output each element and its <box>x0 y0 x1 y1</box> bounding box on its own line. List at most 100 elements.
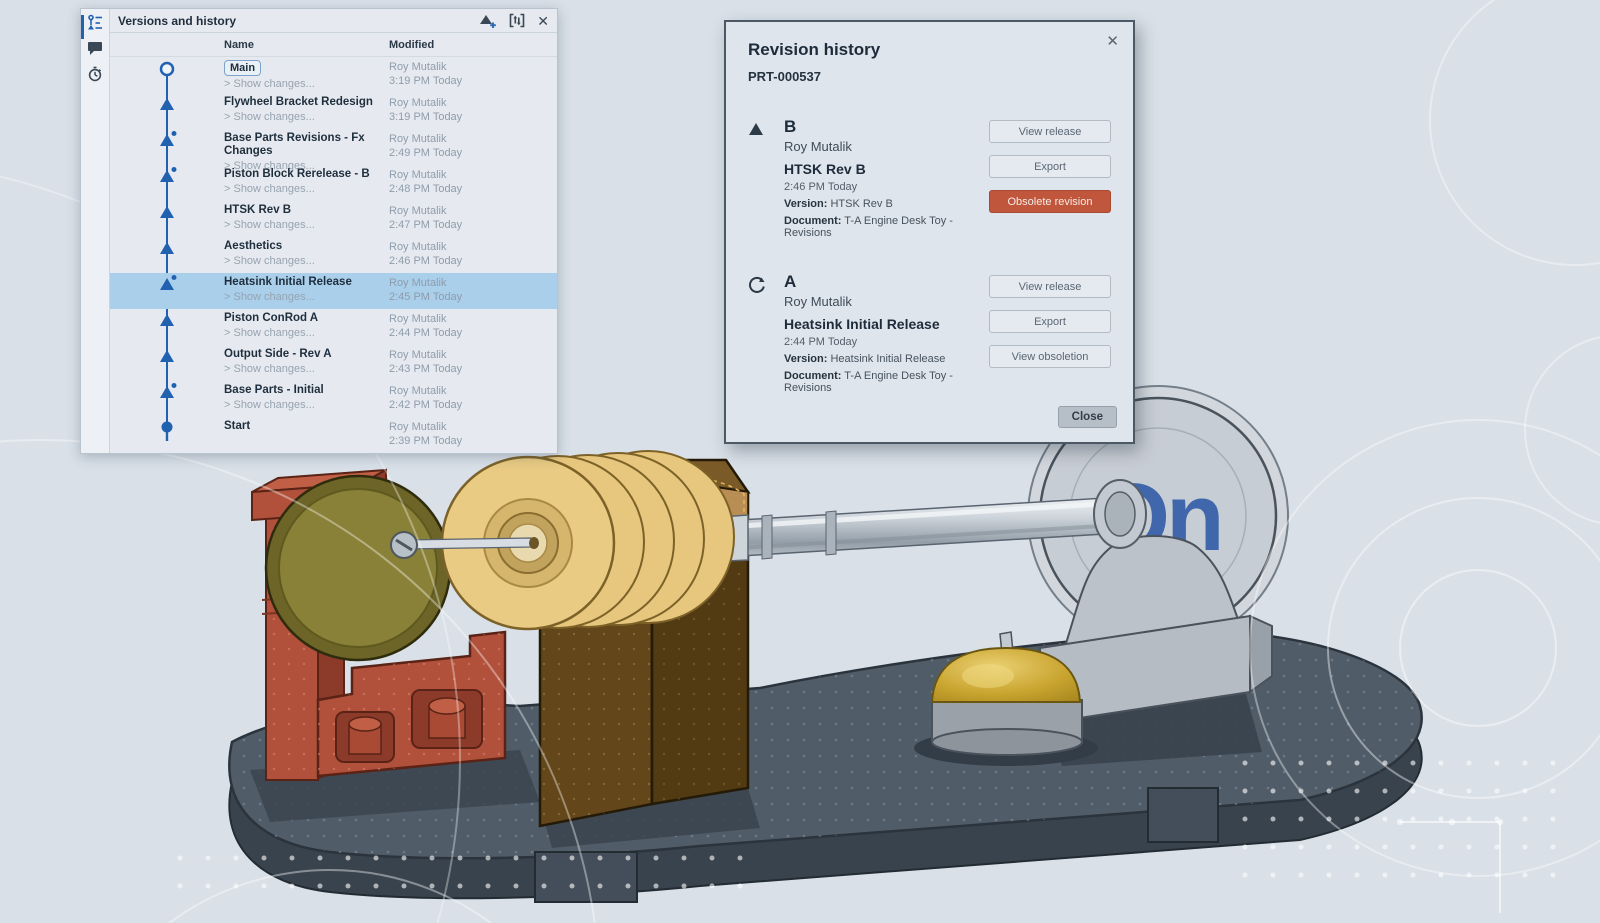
revision-author: Roy Mutalik <box>784 139 989 154</box>
version-name: HTSK Rev B <box>224 204 389 217</box>
revision-version-name: HTSK Rev B <box>784 161 989 177</box>
author: Roy Mutalik <box>389 240 557 254</box>
revision-list: B Roy Mutalik HTSK Rev B 2:46 PM Today V… <box>748 118 1111 394</box>
obsolete-circle-icon <box>748 276 766 294</box>
modified-time: 2:47 PM Today <box>389 218 557 232</box>
version-node-icon <box>157 237 177 273</box>
background-decor <box>1430 0 1600 525</box>
modified-time: 3:19 PM Today <box>389 74 557 88</box>
author: Roy Mutalik <box>389 168 557 182</box>
part-number: PRT-000537 <box>748 69 1111 84</box>
show-changes-link[interactable]: > Show changes... <box>224 78 389 91</box>
author: Roy Mutalik <box>389 204 557 218</box>
tree-cell <box>110 237 224 273</box>
version-name: Aesthetics <box>224 240 389 253</box>
compare-icon[interactable] <box>509 13 525 28</box>
view-release-button[interactable]: View release <box>989 275 1111 298</box>
version-row[interactable]: Heatsink Initial Release> Show changes..… <box>110 273 557 309</box>
dialog-close-button[interactable]: Close <box>1058 406 1117 428</box>
modified-time: 3:19 PM Today <box>389 110 557 124</box>
show-changes-link[interactable]: > Show changes... <box>224 399 389 412</box>
tree-cell <box>110 165 224 201</box>
panel-title: Versions and history <box>118 14 479 28</box>
version-name: Piston Block Rerelease - B <box>224 168 389 181</box>
show-changes-link[interactable]: > Show changes... <box>224 183 389 196</box>
versions-icon[interactable] <box>81 9 109 35</box>
author: Roy Mutalik <box>389 96 557 110</box>
version-node-icon <box>157 201 177 237</box>
create-version-icon[interactable] <box>479 13 497 29</box>
show-changes-link[interactable]: > Show changes... <box>224 363 389 376</box>
dialog-close-icon[interactable]: ✕ <box>1106 32 1119 50</box>
revision-version-row: Version: Heatsink Initial Release <box>784 353 989 365</box>
version-rows: Main> Show changes... Roy Mutalik3:19 PM… <box>110 57 557 453</box>
version-row[interactable]: Base Parts - Initial> Show changes... Ro… <box>110 381 557 417</box>
author: Roy Mutalik <box>389 132 557 146</box>
tree-cell <box>110 201 224 237</box>
revision-author: Roy Mutalik <box>784 294 989 309</box>
version-row[interactable]: Main > Show changes... Roy Mutalik3:19 PM… <box>110 57 557 93</box>
modified-cell: Roy Mutalik2:46 PM Today <box>389 237 557 268</box>
tree-cell <box>110 93 224 129</box>
modified-cell: Roy Mutalik2:42 PM Today <box>389 381 557 412</box>
versions-panel: Versions and history <box>80 8 558 454</box>
view-obsoletion-button[interactable]: View obsoletion <box>989 345 1111 368</box>
version-node-icon <box>157 345 177 381</box>
modified-time: 2:39 PM Today <box>389 434 557 448</box>
version-row[interactable]: Piston Block Rerelease - B > Show changes… <box>110 165 557 201</box>
show-changes-link[interactable]: > Show changes... <box>224 255 389 268</box>
export-button[interactable]: Export <box>989 155 1111 178</box>
version-row[interactable]: Piston ConRod A> Show changes... Roy Mut… <box>110 309 557 345</box>
modified-cell: Roy Mutalik2:48 PM Today <box>389 165 557 196</box>
obsolete-revision-button[interactable]: Obsolete revision <box>989 190 1111 213</box>
revision-letter: A <box>784 273 989 291</box>
version-row[interactable]: Aesthetics > Show changes... Roy Mutalik2… <box>110 237 557 273</box>
start-node-icon <box>157 417 177 453</box>
close-panel-icon[interactable]: ✕ <box>537 14 549 28</box>
version-row[interactable]: Start Roy Mutalik2:39 PM Today <box>110 417 557 453</box>
app-window: On <box>0 0 1600 923</box>
revision-version-row: Version: HTSK Rev B <box>784 198 989 210</box>
modified-time: 2:48 PM Today <box>389 182 557 196</box>
tree-cell <box>110 417 224 453</box>
flywheel <box>266 476 450 660</box>
revision-version-name: Heatsink Initial Release <box>784 316 989 332</box>
revision-letter: B <box>784 118 989 136</box>
modified-cell: Roy Mutalik2:49 PM Today <box>389 129 557 160</box>
author: Roy Mutalik <box>389 60 557 74</box>
version-name: Output Side - Rev A <box>224 348 389 361</box>
author: Roy Mutalik <box>389 312 557 326</box>
version-dot-node-icon <box>157 129 177 165</box>
version-node-icon <box>157 309 177 345</box>
tree-cell <box>110 129 224 165</box>
version-row[interactable]: Flywheel Bracket Redesign> Show changes.… <box>110 93 557 129</box>
export-button[interactable]: Export <box>989 310 1111 333</box>
comment-icon[interactable] <box>81 35 109 61</box>
view-release-button[interactable]: View release <box>989 120 1111 143</box>
column-header-modified: Modified <box>389 39 557 51</box>
modified-time: 2:44 PM Today <box>389 326 557 340</box>
author: Roy Mutalik <box>389 276 557 290</box>
revision-entry: B Roy Mutalik HTSK Rev B 2:46 PM Today V… <box>748 118 1111 239</box>
version-row[interactable]: Output Side - Rev A > Show changes... Roy… <box>110 345 557 381</box>
show-changes-link[interactable]: > Show changes... <box>224 219 389 232</box>
show-changes-link[interactable]: > Show changes... <box>224 327 389 340</box>
modified-cell: Roy Mutalik2:43 PM Today <box>389 345 557 376</box>
version-dot-node-icon <box>157 381 177 417</box>
show-changes-link[interactable]: > Show changes... <box>224 111 389 124</box>
revision-document-row: Document: T-A Engine Desk Toy - Revision… <box>784 370 989 394</box>
version-row[interactable]: HTSK Rev B > Show changes... Roy Mutalik2… <box>110 201 557 237</box>
workspace-chip[interactable]: Main <box>224 60 261 76</box>
panel-icon-strip <box>81 9 110 453</box>
version-node-icon <box>157 93 177 129</box>
version-dot-node-icon <box>157 273 177 309</box>
released-triangle-icon <box>748 121 764 137</box>
history-icon[interactable] <box>81 61 109 87</box>
panel-header: Versions and history <box>110 9 557 33</box>
version-name: Base Parts Revisions - Fx Changes <box>224 132 389 158</box>
active-tab-indicator <box>81 15 84 39</box>
show-changes-link[interactable]: > Show changes... <box>224 291 389 304</box>
version-row[interactable]: Base Parts Revisions - Fx Changes> Show … <box>110 129 557 165</box>
modified-cell: Roy Mutalik3:19 PM Today <box>389 57 557 88</box>
version-dot-node-icon <box>157 165 177 201</box>
